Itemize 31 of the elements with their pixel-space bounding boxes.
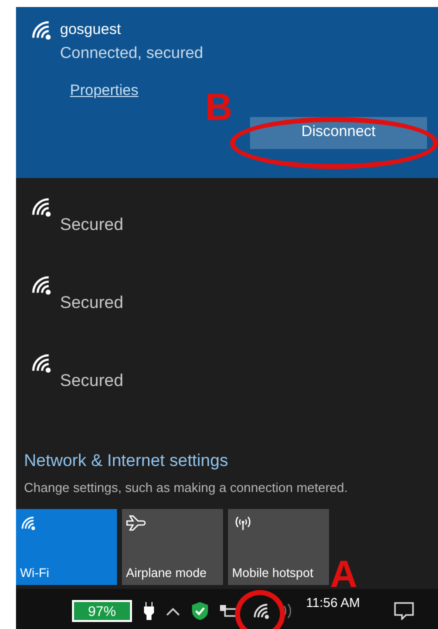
airplane-icon (126, 515, 146, 533)
annotation-label: A (330, 556, 358, 594)
settings-link[interactable]: Network & Internet settings (24, 448, 438, 474)
network-status: Connected, secured (60, 44, 204, 64)
quick-action-tile[interactable]: Mobile hotspot (228, 509, 329, 585)
network-status: Secured (60, 214, 124, 236)
shield-icon[interactable] (192, 602, 208, 620)
caret-up-icon[interactable] (166, 606, 180, 616)
settings-description: Change settings, such as making a connection metered. (24, 478, 349, 497)
network-status: Secured (60, 292, 124, 314)
network-item[interactable]: Secured (16, 334, 438, 412)
notification-icon[interactable] (394, 602, 414, 620)
network-item[interactable]: Secured (16, 178, 438, 256)
quick-action-tile[interactable]: Airplane mode (122, 509, 223, 585)
network-item[interactable]: Secured (16, 256, 438, 334)
network-name: gosguest (60, 20, 122, 40)
wifi-icon (30, 19, 52, 41)
battery-indicator[interactable]: 97% (72, 600, 132, 622)
wifi-icon (20, 515, 36, 532)
plug-icon[interactable] (144, 602, 154, 620)
wifi-icon (30, 274, 52, 296)
wifi-icon (30, 352, 52, 374)
properties-link[interactable]: Properties (70, 80, 138, 102)
highlight-circle (235, 590, 285, 629)
speaker-waves-icon[interactable] (282, 604, 292, 618)
wifi-icon (30, 196, 52, 218)
annotation-label: B (205, 89, 232, 127)
clock-time[interactable]: 11:56 AM (306, 593, 360, 612)
network-status: Secured (60, 370, 124, 392)
quick-action-tile[interactable]: Wi-Fi (16, 509, 117, 585)
wifi-icon[interactable] (252, 602, 270, 620)
